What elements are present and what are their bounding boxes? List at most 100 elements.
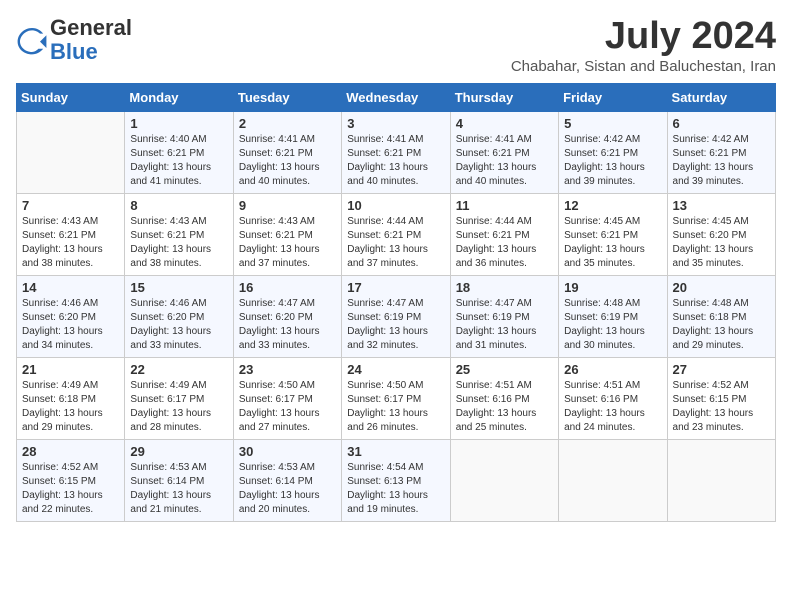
title-block: July 2024 Chabahar, Sistan and Baluchest… [511,16,776,75]
day-info: Sunrise: 4:45 AMSunset: 6:20 PMDaylight:… [673,215,770,271]
calendar-cell: 27Sunrise: 4:52 AMSunset: 6:15 PMDayligh… [667,357,775,439]
day-number: 27 [673,362,770,377]
day-number: 29 [130,444,227,459]
calendar-cell: 15 Sunrise: 4:46 AMSunset: 6:20 PMDayligh… [125,275,233,357]
header-row: Sunday Monday Tuesday Wednesday Thursday… [17,83,776,111]
calendar-cell: 28 Sunrise: 4:52 AMSunset: 6:15 PMDayligh… [17,439,125,521]
day-info: Sunrise: 4:41 AMSunset: 6:21 PMDaylight:… [347,133,444,189]
calendar-cell [667,439,775,521]
day-number: 18 [456,280,553,295]
calendar-week-row: 21 Sunrise: 4:49 AMSunset: 6:18 PMDayligh… [17,357,776,439]
calendar-cell: 9Sunrise: 4:43 AMSunset: 6:21 PMDaylight… [233,193,341,275]
calendar-header: Sunday Monday Tuesday Wednesday Thursday… [17,83,776,111]
col-friday: Friday [559,83,667,111]
day-info: Sunrise: 4:44 AMSunset: 6:21 PMDaylight:… [347,215,444,271]
calendar-cell: 19 Sunrise: 4:48 AMSunset: 6:19 PMDayligh… [559,275,667,357]
day-number: 12 [564,198,661,213]
col-wednesday: Wednesday [342,83,450,111]
calendar-cell: 10 Sunrise: 4:44 AMSunset: 6:21 PMDayligh… [342,193,450,275]
logo: General Blue [16,16,132,64]
calendar-cell: 30Sunrise: 4:53 AMSunset: 6:14 PMDayligh… [233,439,341,521]
day-number: 17 [347,280,444,295]
day-info: Sunrise: 4:43 AMSunset: 6:21 PMDaylight:… [22,215,119,271]
calendar-cell [450,439,558,521]
day-number: 8 [130,198,227,213]
calendar-cell: 21 Sunrise: 4:49 AMSunset: 6:18 PMDayligh… [17,357,125,439]
day-info: Sunrise: 4:45 AMSunset: 6:21 PMDaylight:… [564,215,661,271]
day-number: 6 [673,116,770,131]
calendar-week-row: 7 Sunrise: 4:43 AMSunset: 6:21 PMDaylight… [17,193,776,275]
day-number: 23 [239,362,336,377]
calendar-week-row: 1 Sunrise: 4:40 AMSunset: 6:21 PMDaylight… [17,111,776,193]
logo-icon [16,24,48,56]
day-info: Sunrise: 4:54 AMSunset: 6:13 PMDaylight:… [347,461,444,517]
day-number: 5 [564,116,661,131]
day-info: Sunrise: 4:43 AMSunset: 6:21 PMDaylight:… [239,215,336,271]
calendar-cell: 14 Sunrise: 4:46 AMSunset: 6:20 PMDayligh… [17,275,125,357]
calendar-cell: 16 Sunrise: 4:47 AMSunset: 6:20 PMDayligh… [233,275,341,357]
day-number: 28 [22,444,119,459]
day-info: Sunrise: 4:47 AMSunset: 6:19 PMDaylight:… [456,297,553,353]
page-header: General Blue July 2024 Chabahar, Sistan … [16,16,776,75]
day-info: Sunrise: 4:40 AMSunset: 6:21 PMDaylight:… [130,133,227,189]
calendar-cell: 4Sunrise: 4:41 AMSunset: 6:21 PMDaylight… [450,111,558,193]
day-number: 21 [22,362,119,377]
day-info: Sunrise: 4:50 AMSunset: 6:17 PMDaylight:… [239,379,336,435]
calendar-cell: 20 Sunrise: 4:48 AMSunset: 6:18 PMDayligh… [667,275,775,357]
calendar-cell: 5Sunrise: 4:42 AMSunset: 6:21 PMDaylight… [559,111,667,193]
day-info: Sunrise: 4:50 AMSunset: 6:17 PMDaylight:… [347,379,444,435]
col-tuesday: Tuesday [233,83,341,111]
day-number: 2 [239,116,336,131]
logo-general-text: General [50,15,132,40]
calendar-table: Sunday Monday Tuesday Wednesday Thursday… [16,83,776,522]
day-number: 7 [22,198,119,213]
calendar-cell: 22Sunrise: 4:49 AMSunset: 6:17 PMDayligh… [125,357,233,439]
calendar-cell: 2 Sunrise: 4:41 AMSunset: 6:21 PMDaylight… [233,111,341,193]
day-info: Sunrise: 4:48 AMSunset: 6:18 PMDaylight:… [673,297,770,353]
calendar-cell: 17Sunrise: 4:47 AMSunset: 6:19 PMDayligh… [342,275,450,357]
day-info: Sunrise: 4:52 AMSunset: 6:15 PMDaylight:… [22,461,119,517]
day-number: 20 [673,280,770,295]
day-info: Sunrise: 4:42 AMSunset: 6:21 PMDaylight:… [673,133,770,189]
calendar-cell: 6 Sunrise: 4:42 AMSunset: 6:21 PMDaylight… [667,111,775,193]
day-info: Sunrise: 4:53 AMSunset: 6:14 PMDaylight:… [239,461,336,517]
calendar-cell [17,111,125,193]
day-number: 16 [239,280,336,295]
day-info: Sunrise: 4:46 AMSunset: 6:20 PMDaylight:… [22,297,119,353]
calendar-cell: 24 Sunrise: 4:50 AMSunset: 6:17 PMDayligh… [342,357,450,439]
day-number: 14 [22,280,119,295]
day-info: Sunrise: 4:48 AMSunset: 6:19 PMDaylight:… [564,297,661,353]
day-info: Sunrise: 4:49 AMSunset: 6:18 PMDaylight:… [22,379,119,435]
col-saturday: Saturday [667,83,775,111]
day-info: Sunrise: 4:51 AMSunset: 6:16 PMDaylight:… [564,379,661,435]
location-subtitle: Chabahar, Sistan and Baluchestan, Iran [511,58,776,75]
calendar-cell: 31Sunrise: 4:54 AMSunset: 6:13 PMDayligh… [342,439,450,521]
calendar-cell: 18 Sunrise: 4:47 AMSunset: 6:19 PMDayligh… [450,275,558,357]
day-number: 10 [347,198,444,213]
calendar-cell: 13Sunrise: 4:45 AMSunset: 6:20 PMDayligh… [667,193,775,275]
calendar-cell: 29 Sunrise: 4:53 AMSunset: 6:14 PMDayligh… [125,439,233,521]
day-info: Sunrise: 4:43 AMSunset: 6:21 PMDaylight:… [130,215,227,271]
calendar-cell: 3 Sunrise: 4:41 AMSunset: 6:21 PMDaylight… [342,111,450,193]
day-number: 1 [130,116,227,131]
day-info: Sunrise: 4:49 AMSunset: 6:17 PMDaylight:… [130,379,227,435]
day-info: Sunrise: 4:46 AMSunset: 6:20 PMDaylight:… [130,297,227,353]
day-number: 24 [347,362,444,377]
day-number: 25 [456,362,553,377]
day-number: 19 [564,280,661,295]
day-number: 26 [564,362,661,377]
calendar-cell: 25Sunrise: 4:51 AMSunset: 6:16 PMDayligh… [450,357,558,439]
day-number: 11 [456,198,553,213]
col-monday: Monday [125,83,233,111]
day-info: Sunrise: 4:53 AMSunset: 6:14 PMDaylight:… [130,461,227,517]
calendar-body: 1 Sunrise: 4:40 AMSunset: 6:21 PMDaylight… [17,111,776,521]
calendar-cell [559,439,667,521]
calendar-cell: 26 Sunrise: 4:51 AMSunset: 6:16 PMDayligh… [559,357,667,439]
calendar-cell: 23 Sunrise: 4:50 AMSunset: 6:17 PMDayligh… [233,357,341,439]
calendar-cell: 1 Sunrise: 4:40 AMSunset: 6:21 PMDaylight… [125,111,233,193]
day-info: Sunrise: 4:41 AMSunset: 6:21 PMDaylight:… [239,133,336,189]
calendar-cell: 11Sunrise: 4:44 AMSunset: 6:21 PMDayligh… [450,193,558,275]
day-number: 15 [130,280,227,295]
day-number: 3 [347,116,444,131]
day-info: Sunrise: 4:47 AMSunset: 6:20 PMDaylight:… [239,297,336,353]
